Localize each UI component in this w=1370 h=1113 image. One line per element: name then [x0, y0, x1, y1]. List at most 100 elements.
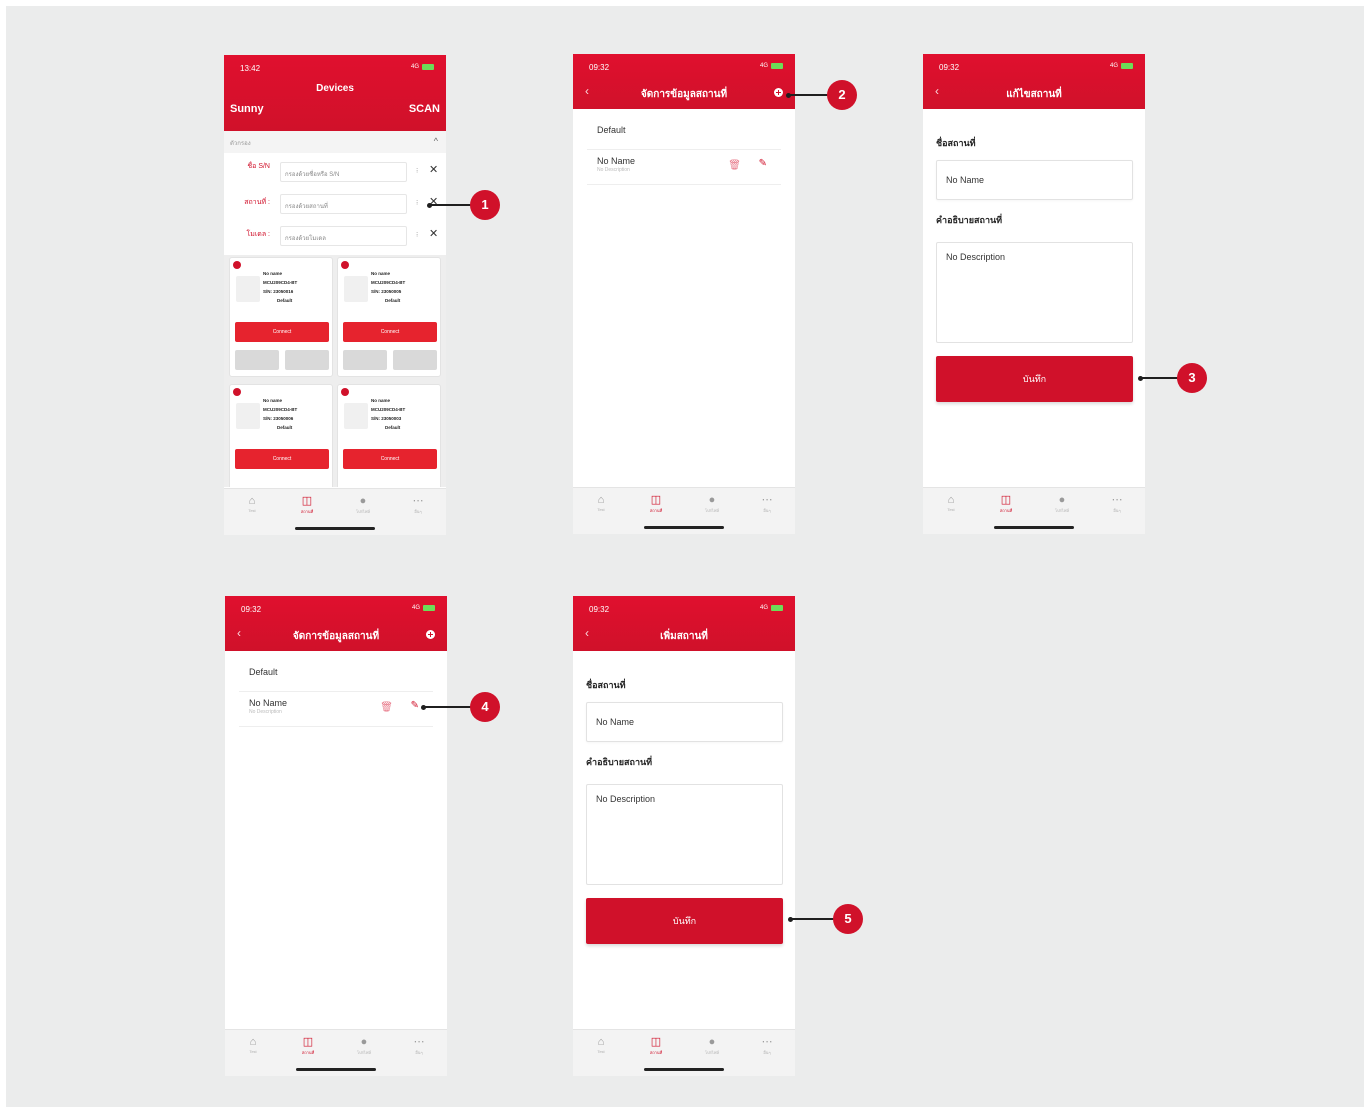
pencil-icon[interactable]: ✎ [411, 700, 419, 711]
save-button[interactable]: บันทึก [936, 356, 1133, 402]
tab-more[interactable]: ⋯ อื่นๆ [1097, 494, 1137, 514]
device-model: MCU209CD4-BT [263, 407, 298, 412]
separator-icon: ⁝ [416, 168, 419, 175]
device-card: No name MCU209CD4-BT S/N: 23050005 Defau… [337, 257, 441, 377]
page-title: จัดการข้อมูลสถานที่ [640, 89, 728, 100]
device-image [236, 276, 260, 302]
filter-input-location[interactable]: กรองด้วยสถานที่ [280, 194, 407, 214]
header: 09:32 4G ‹ แก้ไขสถานที่ [923, 54, 1145, 109]
separator-icon: ⁝ [416, 232, 419, 239]
filter-input-model[interactable]: กรองด้วยโมเดล [280, 226, 407, 246]
connect-button[interactable]: Connect [235, 449, 329, 469]
connect-button[interactable]: Connect [235, 322, 329, 342]
tab-home[interactable]: ⌂ Test [233, 1036, 273, 1054]
battery-icon [423, 605, 435, 611]
list-item-default[interactable]: Default [587, 118, 781, 150]
filter-label-sn: ชื่อ S/N [247, 163, 270, 170]
header: 09:32 4G ‹ จัดการข้อมูลสถานที่ [225, 596, 447, 651]
location-name-input[interactable]: No Name [936, 160, 1133, 200]
status-icons: 4G [760, 605, 783, 611]
tab-location[interactable]: ◫ สถานที่ [636, 1036, 676, 1056]
connect-button[interactable]: Connect [343, 322, 437, 342]
callout-badge: 4 [470, 692, 500, 722]
status-time: 09:32 [589, 605, 610, 614]
battery-icon [771, 63, 783, 69]
filter-row-model: โมเดล : กรองด้วยโมเดล ⁝ ✕ [224, 224, 446, 248]
tab-home[interactable]: ⌂ Test [931, 494, 971, 512]
filter-toggle[interactable]: ตัวกรอง ^ [224, 131, 446, 153]
home-indicator [994, 526, 1074, 529]
map-icon: ◫ [1000, 494, 1012, 506]
location-name: No Name [597, 156, 636, 166]
connect-button[interactable]: Connect [343, 449, 437, 469]
device-name: No name [263, 398, 283, 403]
device-sn: S/N: 23050003 [371, 416, 402, 421]
save-button[interactable]: บันทึก [586, 898, 783, 944]
tab-more[interactable]: ⋯ อื่นๆ [398, 495, 438, 515]
trash-icon[interactable]: 🗑 [380, 702, 393, 713]
location-description-input[interactable]: No Description [936, 242, 1133, 343]
tab-bar: ⌂ Test ◫ สถานที่ ● โปรไฟล์ ⋯ อื่นๆ [923, 487, 1145, 534]
tab-location[interactable]: ◫ สถานที่ [636, 494, 676, 514]
callout-line [429, 204, 471, 206]
tab-profile[interactable]: ● โปรไฟล์ [343, 495, 383, 515]
tab-profile[interactable]: ● โปรไฟล์ [692, 1036, 732, 1056]
more-icon: ⋯ [412, 495, 424, 507]
page-title: จัดการข้อมูลสถานที่ [292, 631, 380, 642]
clear-icon[interactable]: ✕ [429, 165, 438, 176]
location-description-input[interactable]: No Description [586, 784, 783, 885]
tab-profile[interactable]: ● โปรไฟล์ [344, 1036, 384, 1056]
device-name: No name [371, 271, 391, 276]
home-indicator [295, 527, 375, 530]
callout-badge: 1 [470, 190, 500, 220]
user-icon: ● [360, 1036, 368, 1048]
filter-label-location: สถานที่ : [244, 199, 270, 206]
list-item[interactable]: No Name No Description 🗑 ✎ [587, 151, 781, 185]
device-name: No name [263, 271, 283, 276]
disabled-button [285, 350, 329, 370]
add-icon[interactable] [774, 88, 783, 97]
device-sn: S/N: 23050006 [263, 416, 294, 421]
home-icon: ⌂ [248, 495, 256, 507]
location-desc: No Description [597, 167, 630, 173]
separator-icon: ⁝ [416, 200, 419, 207]
tab-home[interactable]: ⌂ Test [581, 494, 621, 512]
tab-more[interactable]: ⋯ อื่นๆ [399, 1036, 439, 1056]
tab-home[interactable]: ⌂ Test [581, 1036, 621, 1054]
filter-input-sn[interactable]: กรองด้วยชื่อหรือ S/N [280, 162, 407, 182]
device-model: MCU209CD4-BT [263, 280, 298, 285]
map-icon: ◫ [302, 1036, 314, 1048]
tab-more[interactable]: ⋯ อื่นๆ [747, 494, 787, 514]
tab-profile[interactable]: ● โปรไฟล์ [692, 494, 732, 514]
tab-home[interactable]: ⌂ Test [232, 495, 272, 513]
tab-location[interactable]: ◫ สถานที่ [986, 494, 1026, 514]
device-location: Default [385, 298, 401, 303]
more-icon: ⋯ [761, 1036, 773, 1048]
list-item[interactable]: No Name No Description 🗑 ✎ [239, 693, 433, 727]
description-label: คำอธิบายสถานที่ [586, 757, 653, 767]
pencil-icon[interactable]: ✎ [759, 158, 767, 169]
more-icon: ⋯ [413, 1036, 425, 1048]
trash-icon[interactable]: 🗑 [728, 160, 741, 171]
tab-more[interactable]: ⋯ อื่นๆ [747, 1036, 787, 1056]
status-icons: 4G [411, 64, 434, 70]
status-icons: 4G [1110, 63, 1133, 69]
battery-icon [1121, 63, 1133, 69]
device-sn: S/N: 23050005 [371, 289, 402, 294]
scan-button[interactable]: SCAN [409, 103, 440, 115]
list-item-default[interactable]: Default [239, 660, 433, 692]
home-indicator [644, 526, 724, 529]
device-card: No name MCU209CD4-BT S/N: 23050006 Defau… [229, 384, 333, 487]
filter-row-sn: ชื่อ S/N กรองด้วยชื่อหรือ S/N ⁝ ✕ [224, 160, 446, 184]
status-time: 09:32 [241, 605, 262, 614]
tab-profile[interactable]: ● โปรไฟล์ [1042, 494, 1082, 514]
location-name-input[interactable]: No Name [586, 702, 783, 742]
add-icon[interactable] [426, 630, 435, 639]
status-time: 09:32 [939, 63, 960, 72]
clear-icon[interactable]: ✕ [429, 229, 438, 240]
tab-bar: ⌂ Test ◫ สถานที่ ● โปรไฟล์ ⋯ อื่นๆ [224, 488, 446, 535]
tab-location[interactable]: ◫ สถานที่ [288, 1036, 328, 1056]
more-icon: ⋯ [1111, 494, 1123, 506]
tab-location[interactable]: ◫ สถานที่ [287, 495, 327, 515]
add-location-screen: 09:32 4G ‹ เพิ่มสถานที่ ชื่อสถานที่ No N… [573, 596, 795, 1076]
